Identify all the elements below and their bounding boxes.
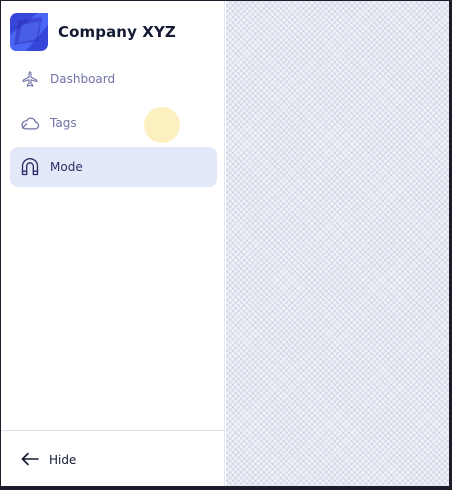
company-name: Company XYZ <box>58 23 176 41</box>
main-content <box>226 1 449 486</box>
company-logo-icon <box>8 11 50 53</box>
cursor-indicator <box>144 107 180 143</box>
airplane-icon <box>20 69 40 89</box>
brand[interactable]: Company XYZ <box>8 11 176 53</box>
hide-label: Hide <box>49 453 77 467</box>
sidebar-item-mode[interactable]: Mode <box>10 147 217 187</box>
sidebar-item-dashboard[interactable]: Dashboard <box>10 59 217 99</box>
app-window: Company XYZ Dashboard Tags Mode Hide <box>1 1 449 486</box>
arch-icon <box>20 157 40 177</box>
sidebar-item-label: Dashboard <box>50 72 116 86</box>
sidebar-divider <box>1 430 225 431</box>
sidebar-item-label: Tags <box>50 116 77 130</box>
arrow-left-icon <box>21 451 39 470</box>
sidebar-nav: Dashboard Tags Mode <box>10 59 217 191</box>
cloud-icon <box>20 113 40 133</box>
hide-sidebar-button[interactable]: Hide <box>21 449 76 471</box>
sidebar: Company XYZ Dashboard Tags Mode Hide <box>1 1 225 486</box>
sidebar-item-label: Mode <box>50 160 83 174</box>
sidebar-item-tags[interactable]: Tags <box>10 103 217 143</box>
